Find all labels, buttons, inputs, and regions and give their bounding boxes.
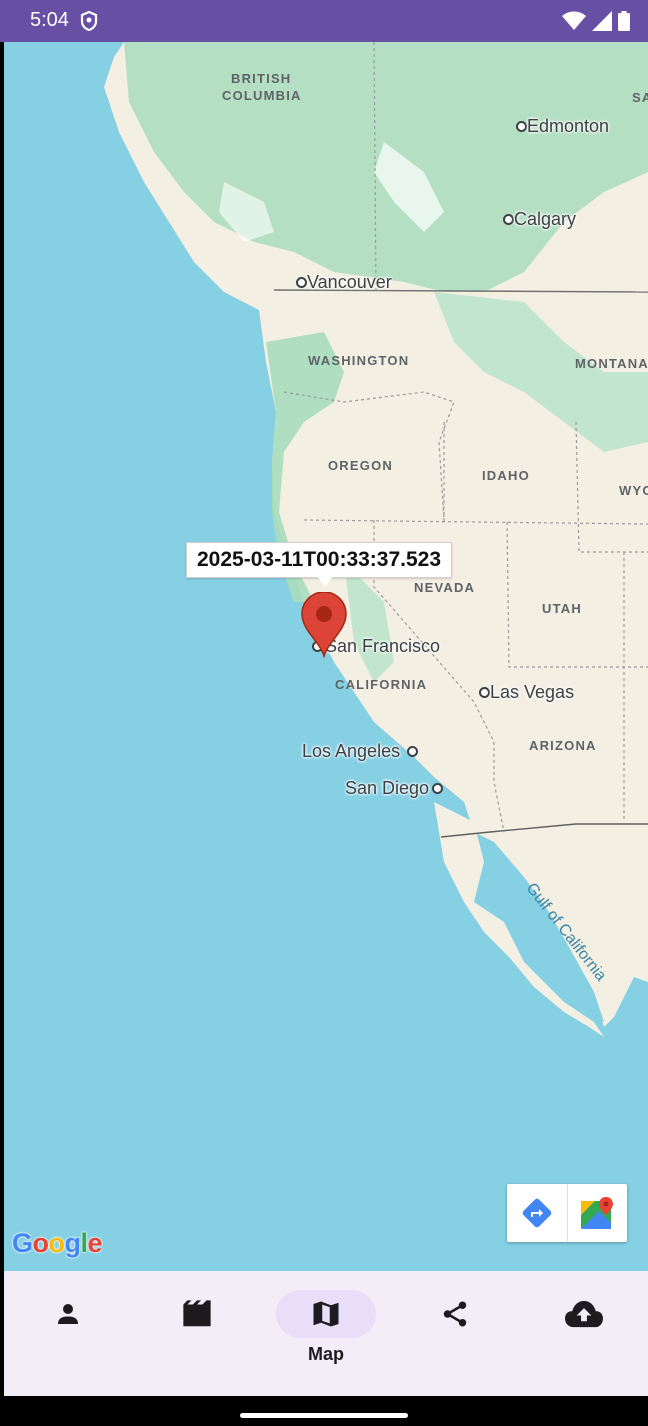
marker-info-window[interactable]: 2025-03-11T00:33:37.523: [186, 542, 453, 578]
city-dot: [407, 746, 418, 757]
map-icon: [313, 1301, 339, 1327]
city-dot: [479, 687, 490, 698]
nav-item-map[interactable]: Map: [262, 1271, 391, 1396]
google-logo-letter: G: [12, 1228, 33, 1258]
nav-item-movies[interactable]: [133, 1271, 262, 1396]
map-label-utah: UTAH: [542, 601, 582, 616]
person-icon: [58, 1304, 79, 1324]
nav-indicator: [534, 1290, 634, 1338]
map-label-washington: WASHINGTON: [308, 353, 410, 368]
nav-label-map: Map: [307, 1344, 344, 1364]
map-label-oregon: OREGON: [328, 458, 393, 473]
city-edmonton: Edmonton: [527, 116, 610, 136]
city-los-angeles: Los Angeles: [302, 741, 401, 761]
map-view[interactable]: BRITISH COLUMBIA WASHINGTON MONTANA OREG…: [4, 42, 648, 1271]
status-bar: 5:04: [0, 0, 648, 42]
map-label-british: BRITISH: [231, 71, 292, 86]
status-time: 5:04: [30, 9, 69, 31]
city-san-diego: San Diego: [345, 778, 430, 798]
share-icon: [443, 1301, 467, 1327]
gesture-area: [0, 1396, 648, 1426]
nav-item-share[interactable]: [390, 1271, 519, 1396]
google-logo-letter: l: [80, 1228, 89, 1258]
map-label-montana: MONTANA: [575, 356, 648, 371]
google-logo-letter: g: [64, 1228, 82, 1258]
city-dot: [432, 783, 443, 794]
city-dot: [503, 214, 514, 225]
nav-indicator-active: [275, 1290, 376, 1338]
signal-icon: [592, 11, 612, 31]
map-label-columbia: COLUMBIA: [222, 88, 302, 103]
nav-indicator: [147, 1290, 247, 1338]
bottom-navigation: Map: [4, 1271, 648, 1396]
map-label-wyo: WYO: [619, 483, 648, 498]
wifi-icon: [562, 11, 586, 30]
google-logo-letter: o: [32, 1228, 50, 1258]
map-label-arizona: ARIZONA: [529, 738, 597, 753]
map-label-california: CALIFORNIA: [335, 677, 428, 692]
nav-indicator: [405, 1290, 505, 1338]
nav-item-profile[interactable]: [4, 1271, 133, 1396]
movie-icon: [183, 1300, 211, 1327]
google-logo: Google: [12, 1228, 103, 1259]
cloud-upload-icon: [564, 1300, 603, 1328]
google-logo-letter: e: [87, 1228, 103, 1258]
google-maps-icon: [581, 1197, 614, 1229]
city-las-vegas: Las Vegas: [490, 682, 575, 702]
shield-icon: [80, 11, 98, 31]
map-marker-icon[interactable]: [300, 592, 348, 658]
map-label-nevada: NEVADA: [414, 580, 476, 595]
google-logo-letter: o: [48, 1228, 66, 1258]
map-label-idaho: IDAHO: [482, 468, 530, 483]
city-calgary: Calgary: [514, 209, 577, 229]
nav-item-upload[interactable]: [519, 1271, 648, 1396]
map-toolbar: [507, 1184, 627, 1242]
map-label-sa: SA: [632, 90, 648, 105]
city-vancouver: Vancouver: [307, 272, 392, 292]
info-window-caret: [318, 577, 332, 587]
city-dot: [516, 121, 527, 132]
battery-icon: [618, 11, 630, 31]
directions-icon: [522, 1198, 552, 1228]
city-dot: [296, 277, 307, 288]
directions-button[interactable]: [507, 1184, 567, 1242]
nav-indicator: [18, 1290, 118, 1338]
home-gesture-bar[interactable]: [240, 1413, 408, 1418]
open-in-maps-button[interactable]: [566, 1184, 628, 1242]
